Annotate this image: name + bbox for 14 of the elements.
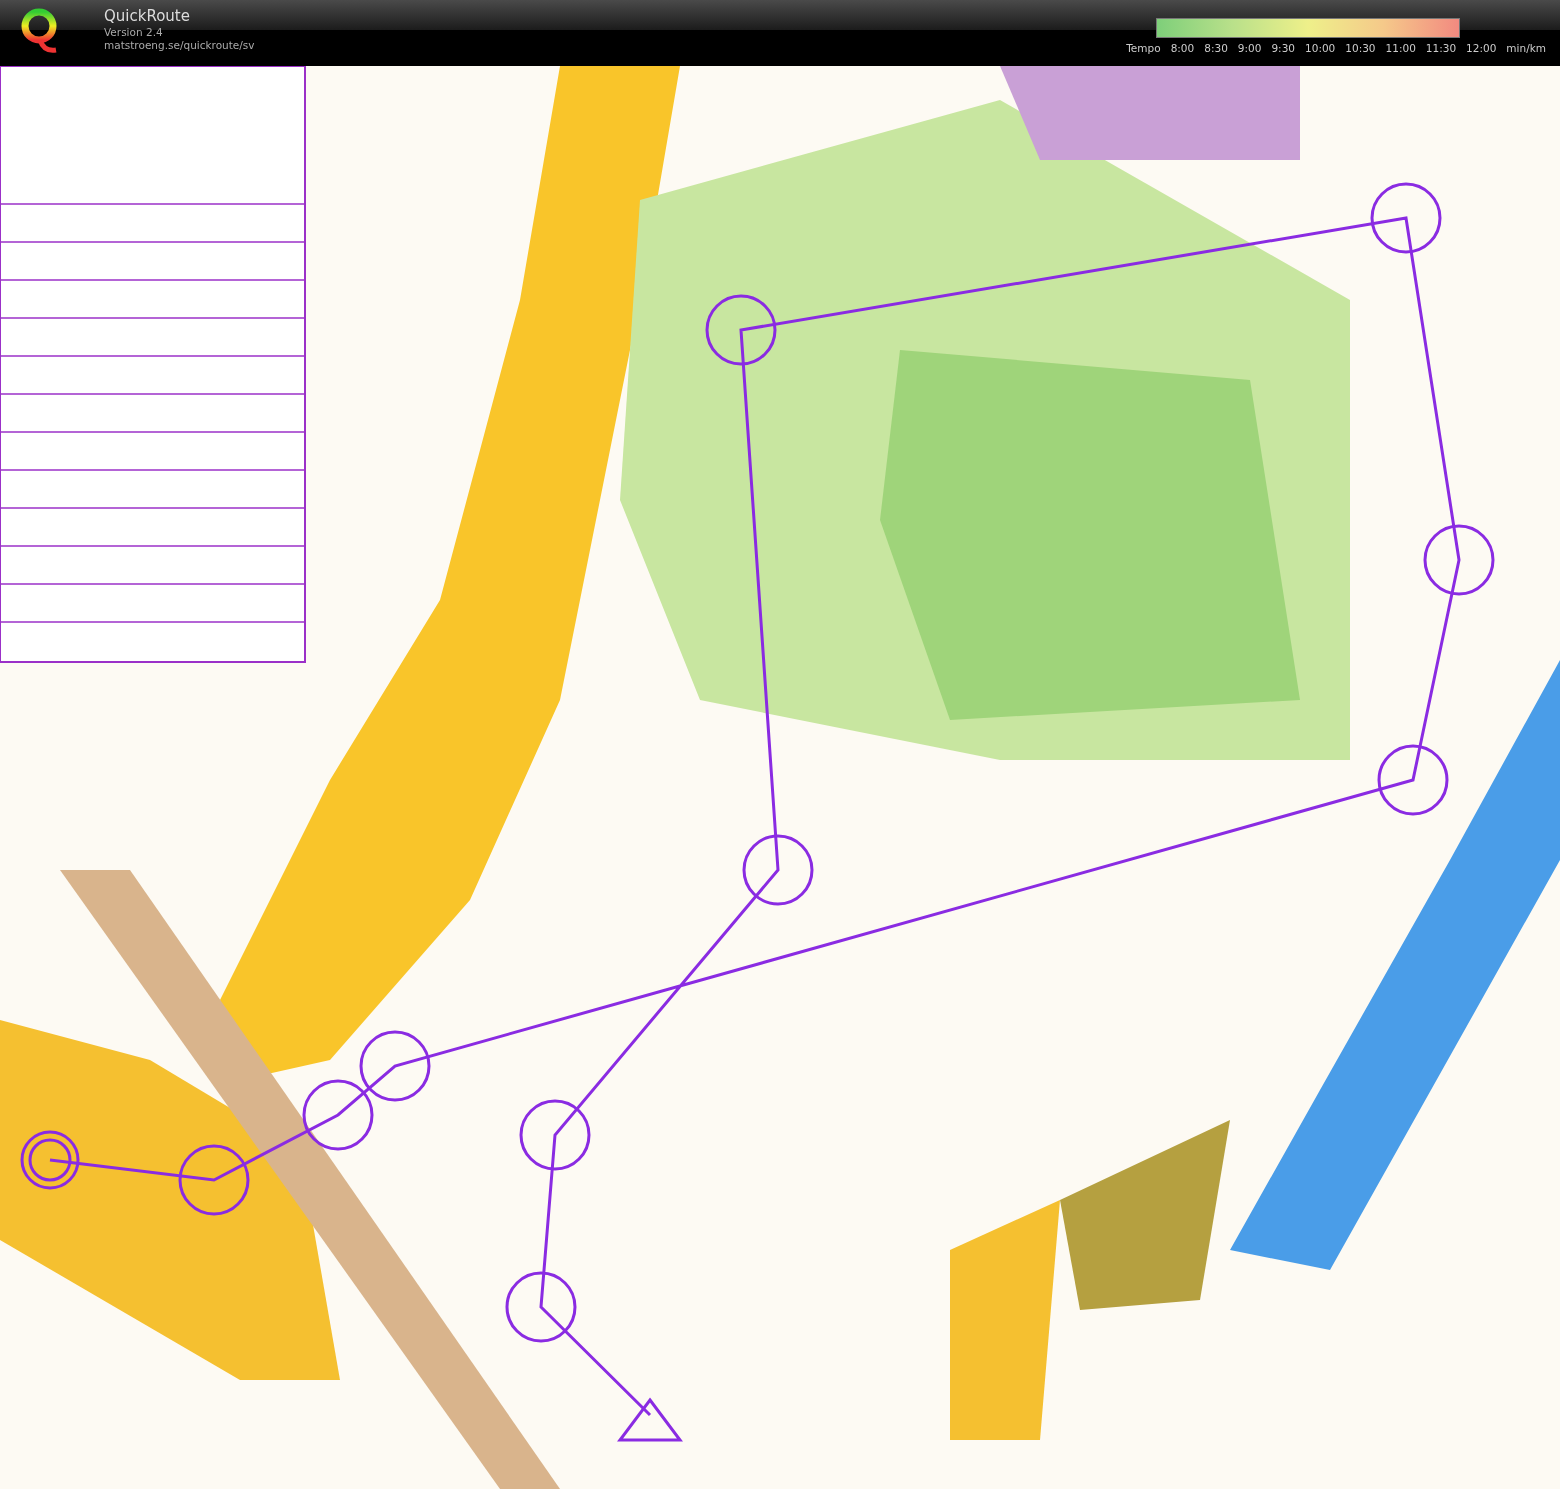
tempo-tick: 8:30 xyxy=(1204,42,1228,54)
app-name: QuickRoute xyxy=(104,6,191,26)
website-url: matstroeng.se/quickroute/sv xyxy=(104,39,255,52)
tempo-tick: 9:30 xyxy=(1271,42,1295,54)
tempo-tick: 9:00 xyxy=(1237,42,1262,54)
tempo-tick: 12:00 xyxy=(1466,42,1497,54)
tempo-tick: 11:00 xyxy=(1385,42,1416,54)
legend-label: Tempo xyxy=(1126,42,1161,54)
tempo-tick: 10:00 xyxy=(1305,42,1336,54)
tempo-tick: 8:00 xyxy=(1170,42,1195,54)
tempo-tick: 11:30 xyxy=(1425,42,1457,54)
tempo-tick: 10:30 xyxy=(1345,42,1376,54)
version-label: Version 2.4 xyxy=(104,26,164,39)
unit-label: min/km xyxy=(1506,42,1546,54)
